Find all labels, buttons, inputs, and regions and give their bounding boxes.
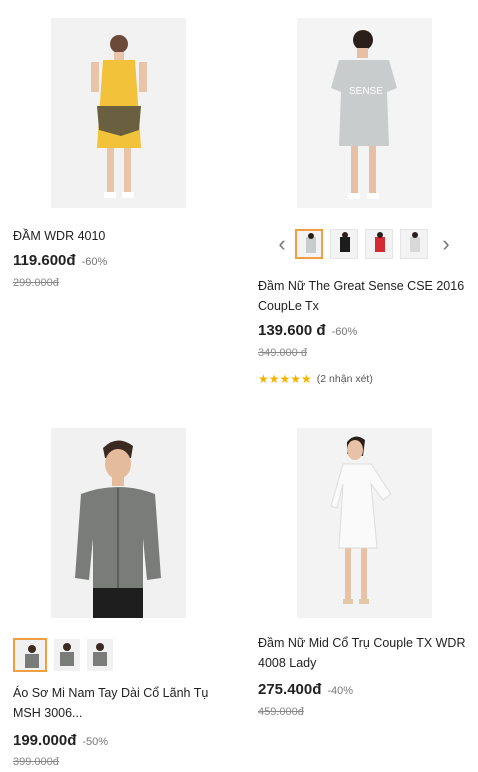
- product-card-3[interactable]: Áo Sơ Mi Nam Tay Dài Cổ Lãnh Tụ MSH 3006…: [0, 400, 239, 772]
- variant-thumb-3[interactable]: [87, 639, 113, 671]
- discount-badge: -50%: [82, 736, 109, 748]
- product-name[interactable]: Áo Sơ Mi Nam Tay Dài Cổ Lãnh Tụ MSH 3006…: [13, 683, 233, 723]
- price-value: 119.600đ: [13, 252, 76, 269]
- color-variant-carousel: [13, 638, 120, 672]
- review-count: (2 nhận xét): [316, 373, 373, 385]
- price-value: 139.600 đ: [258, 322, 326, 339]
- old-price: 349.000 đ: [258, 347, 307, 359]
- chevron-right-icon[interactable]: ›: [437, 229, 455, 259]
- product-price: 199.000đ -50%: [13, 732, 108, 749]
- discount-badge: -40%: [327, 685, 354, 697]
- print-text: SENSE: [349, 86, 383, 97]
- product-image-grey-tshirt-dress[interactable]: SENSE: [297, 18, 432, 208]
- rating[interactable]: ★★★★★ (2 nhận xét): [258, 372, 373, 386]
- variant-thumb-red[interactable]: [365, 229, 393, 259]
- product-name[interactable]: ĐẦM WDR 4010: [13, 226, 228, 246]
- product-price: 119.600đ -60%: [13, 252, 107, 269]
- old-price: 299.000đ: [13, 277, 59, 289]
- variant-thumb-1[interactable]: [13, 638, 47, 672]
- product-image-yellow-dress[interactable]: [51, 18, 186, 208]
- product-card-4[interactable]: Đầm Nữ Mid Cổ Trụ Couple TX WDR 4008 Lad…: [239, 400, 478, 772]
- product-name[interactable]: Đầm Nữ The Great Sense CSE 2016 CoupLe T…: [258, 276, 473, 316]
- product-price: 275.400đ -40%: [258, 681, 353, 698]
- star-rating-icon: ★★★★★: [258, 372, 312, 386]
- price-value: 275.400đ: [258, 681, 322, 698]
- chevron-left-icon[interactable]: ‹: [273, 229, 291, 259]
- product-image-grey-shirt[interactable]: [51, 428, 186, 618]
- discount-badge: -60%: [331, 326, 358, 338]
- product-image-white-dress[interactable]: [297, 428, 432, 618]
- product-name[interactable]: Đầm Nữ Mid Cổ Trụ Couple TX WDR 4008 Lad…: [258, 633, 473, 673]
- price-value: 199.000đ: [13, 732, 77, 749]
- variant-thumb-2[interactable]: [54, 639, 80, 671]
- variant-thumb-light[interactable]: [400, 229, 428, 259]
- variant-thumb-black[interactable]: [330, 229, 358, 259]
- color-variant-carousel: ‹ ›: [273, 229, 455, 259]
- old-price: 459.000đ: [258, 706, 304, 718]
- product-card-1[interactable]: ĐẦM WDR 4010 119.600đ -60% 299.000đ: [0, 0, 239, 300]
- variant-thumb-grey[interactable]: [295, 229, 323, 259]
- product-card-2[interactable]: SENSE ‹ › Đầm Nữ The Great Sense CSE 201…: [239, 0, 478, 400]
- product-price: 139.600 đ -60%: [258, 322, 357, 339]
- discount-badge: -60%: [81, 256, 108, 268]
- old-price: 399.000đ: [13, 756, 59, 768]
